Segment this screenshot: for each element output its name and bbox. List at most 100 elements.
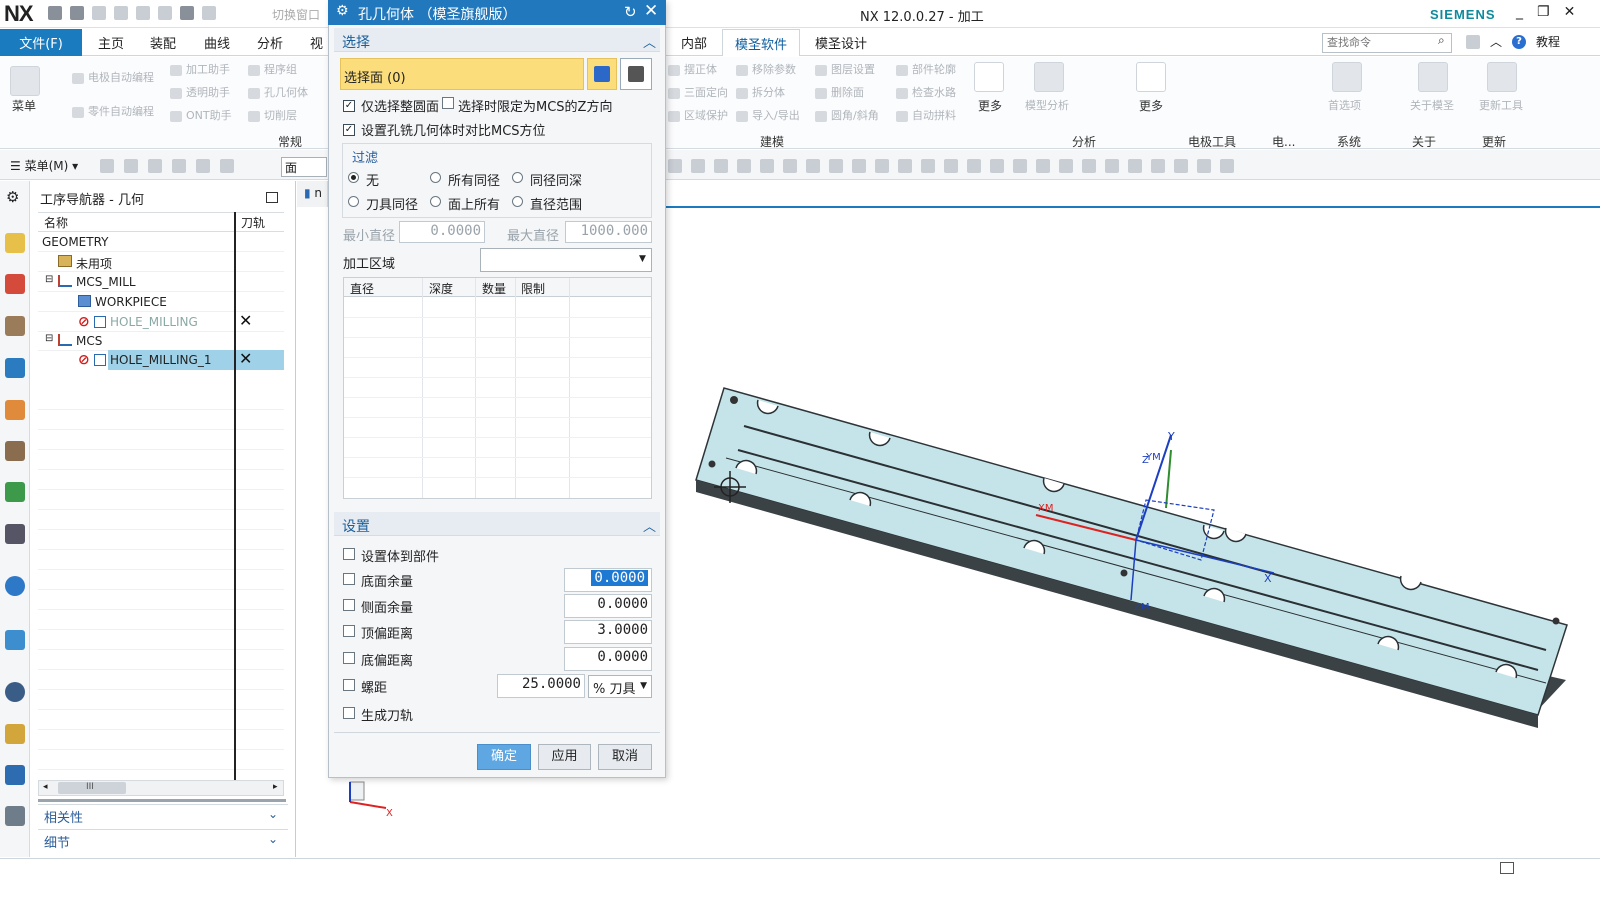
tree-item-hole-milling[interactable]: HOLE_MILLING xyxy=(110,315,198,329)
tree-item-geometry[interactable]: GEOMETRY xyxy=(42,235,109,249)
snap-icon[interactable] xyxy=(806,159,820,173)
snap-icon[interactable] xyxy=(714,159,728,173)
compare-mcs-checkbox[interactable]: ✓ xyxy=(343,121,355,136)
radio-dia-range-label[interactable]: 直径范围 xyxy=(530,194,582,213)
max-diameter-field[interactable]: 1000.000 xyxy=(565,221,652,243)
undo-icon[interactable] xyxy=(70,6,84,20)
machining-assistant[interactable]: 加工助手 xyxy=(170,61,230,77)
minimize-button[interactable]: _ xyxy=(1516,4,1523,20)
section-header-select[interactable] xyxy=(334,28,660,52)
view-icon[interactable] xyxy=(1174,159,1188,173)
hole-geometry[interactable]: 孔几何体 xyxy=(248,84,308,100)
scroll-left-icon[interactable]: ◂ xyxy=(43,782,48,792)
set-body-to-part-label[interactable]: 设置体到部件 xyxy=(361,546,439,565)
pitch-field[interactable]: 25.0000 xyxy=(497,674,585,698)
restore-button[interactable]: ❐ xyxy=(1537,4,1550,20)
set-body-to-part-checkbox[interactable] xyxy=(343,548,355,563)
remove-params[interactable]: 移除参数 xyxy=(736,61,796,77)
part-auto-programming[interactable]: 零件自动编程 xyxy=(72,103,154,119)
snap-icon[interactable] xyxy=(737,159,751,173)
process-studio-icon[interactable] xyxy=(5,724,25,744)
command-search-input[interactable] xyxy=(1322,33,1452,53)
view-icon[interactable] xyxy=(1105,159,1119,173)
select-tool-icon[interactable] xyxy=(100,159,114,173)
section-title-select[interactable]: 选择 xyxy=(342,32,370,52)
accordion-details-label[interactable]: 细节 xyxy=(44,832,70,851)
preferences-label[interactable]: 首选项 xyxy=(1328,97,1361,113)
snap-icon[interactable] xyxy=(944,159,958,173)
update-label[interactable]: 更新工具 xyxy=(1479,97,1523,113)
tree-item-hole-milling-1[interactable]: HOLE_MILLING_1 xyxy=(110,353,211,367)
menu-big-label[interactable]: 菜单 xyxy=(12,97,36,114)
electrode-auto-programming[interactable]: 电极自动编程 xyxy=(72,69,154,85)
select-tool-icon[interactable] xyxy=(172,159,186,173)
auto-stock[interactable]: 自动拼料 xyxy=(896,107,956,123)
cut-icon[interactable] xyxy=(92,6,106,20)
wall-stock-checkbox[interactable] xyxy=(343,599,355,614)
hd3d-tools-icon[interactable] xyxy=(5,482,25,502)
view-icon[interactable] xyxy=(1059,159,1073,173)
view-icon[interactable] xyxy=(1220,159,1234,173)
close-icon[interactable]: ✕ xyxy=(644,1,658,21)
scroll-right-icon[interactable]: ▸ xyxy=(273,782,278,792)
radio-same-dia-depth-label[interactable]: 同径同深 xyxy=(530,170,582,189)
top-offset-checkbox[interactable] xyxy=(343,625,355,640)
system-scene-icon[interactable] xyxy=(5,806,25,826)
more-analysis-button[interactable] xyxy=(1136,62,1166,92)
tab-view[interactable]: 视 xyxy=(310,33,323,52)
snap-icon[interactable] xyxy=(783,159,797,173)
tutorial-link[interactable]: 教程 xyxy=(1536,33,1560,50)
paint-select-button[interactable] xyxy=(620,58,652,90)
floor-stock-checkbox[interactable] xyxy=(343,573,355,588)
select-tool-icon[interactable] xyxy=(124,159,138,173)
chevron-down-icon[interactable]: ▼ xyxy=(639,254,646,264)
copy-icon[interactable] xyxy=(114,6,128,20)
roles-icon[interactable] xyxy=(5,765,25,785)
select-tool-icon[interactable] xyxy=(220,159,234,173)
about-button[interactable] xyxy=(1418,62,1448,92)
tree-item-mcs-mill[interactable]: MCS_MILL xyxy=(76,275,136,289)
snap-icon[interactable] xyxy=(898,159,912,173)
floor-stock-field[interactable]: 0.0000 xyxy=(564,568,652,592)
repeat-command-icon[interactable] xyxy=(158,6,172,20)
tab-mosheng-software[interactable]: 模圣软件 xyxy=(722,29,801,56)
split-body[interactable]: 拆分体 xyxy=(736,84,785,100)
model-analysis-button[interactable] xyxy=(1034,62,1064,92)
select-tool-icon[interactable] xyxy=(148,159,162,173)
about-label[interactable]: 关于模圣 xyxy=(1410,97,1454,113)
limit-mcs-z-label[interactable]: 选择时限定为MCS的Z方向 xyxy=(458,96,612,115)
part-outline[interactable]: 部件轮廓 xyxy=(896,61,956,77)
column-header-name[interactable]: 名称 xyxy=(44,214,68,231)
splitter[interactable] xyxy=(38,799,286,802)
more-analysis-label[interactable]: 更多 xyxy=(1139,97,1163,114)
bottom-offset-checkbox[interactable] xyxy=(343,652,355,667)
part-tab-label[interactable]: ▮ n xyxy=(304,186,322,200)
generate-toolpath-label[interactable]: 生成刀轨 xyxy=(361,705,413,724)
bottom-offset-label[interactable]: 底偏距离 xyxy=(361,650,413,669)
radio-none-label[interactable]: 无 xyxy=(366,170,379,189)
save-icon[interactable] xyxy=(48,6,62,20)
pitch-checkbox[interactable] xyxy=(343,679,355,694)
machining-area-dropdown[interactable] xyxy=(480,248,652,272)
view-icon[interactable] xyxy=(1197,159,1211,173)
import-export[interactable]: 导入/导出 xyxy=(736,107,800,123)
menu-dropdown[interactable]: ☰ 菜单(M) ▾ xyxy=(10,157,78,174)
ont-assistant[interactable]: ONT助手 xyxy=(170,107,232,123)
touch-mode-icon[interactable] xyxy=(180,6,194,20)
fullscreen-icon[interactable] xyxy=(1500,862,1514,874)
switch-window-icon[interactable] xyxy=(202,6,216,20)
help-icon[interactable]: ? xyxy=(1512,34,1527,49)
snap-icon[interactable] xyxy=(691,159,705,173)
tree-row[interactable] xyxy=(38,272,284,292)
layer-settings[interactable]: 图层设置 xyxy=(815,61,875,77)
eye-icon[interactable] xyxy=(5,524,25,544)
section-header-settings[interactable] xyxy=(334,512,660,536)
fillet-chamfer[interactable]: 圆角/斜角 xyxy=(815,107,879,123)
snap-icon[interactable] xyxy=(921,159,935,173)
snap-icon[interactable] xyxy=(668,159,682,173)
radio-none[interactable] xyxy=(348,172,359,186)
preferences-button[interactable] xyxy=(1332,62,1362,92)
menu-big-button[interactable] xyxy=(10,66,40,96)
switch-window-label[interactable]: 切换窗口 xyxy=(272,6,320,23)
col-count[interactable]: 数量 xyxy=(482,280,506,297)
